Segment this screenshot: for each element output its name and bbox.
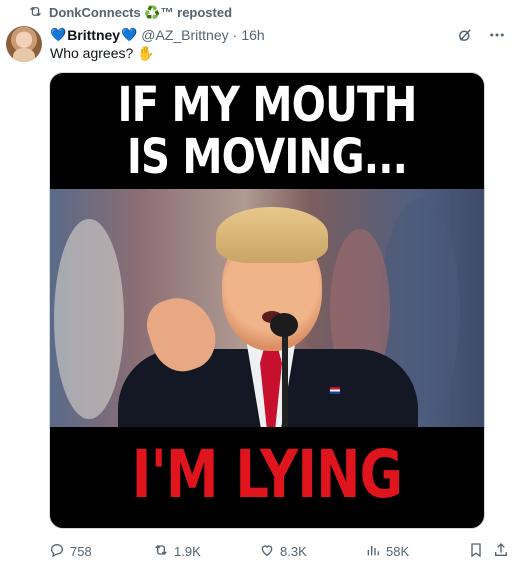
- microphone: [270, 313, 298, 337]
- tweet-text: Who agrees? ✋: [50, 45, 155, 62]
- like-count: 8.3K: [280, 543, 307, 559]
- repost-icon: [28, 4, 43, 22]
- meme-top-line-2: IS MOVING...: [126, 129, 408, 185]
- blue-heart-emoji: 💙: [121, 27, 138, 42]
- bookmark-button[interactable]: [468, 541, 484, 561]
- heart-icon: [259, 542, 275, 561]
- author-handle[interactable]: @AZ_Brittney: [141, 27, 228, 43]
- meme-top-line-1: IF MY MOUTH: [117, 77, 417, 133]
- share-button[interactable]: [493, 541, 509, 561]
- reply-button[interactable]: 758: [49, 541, 92, 561]
- tweet-image[interactable]: IF MY MOUTH IS MOVING... I'M LYING: [49, 72, 485, 529]
- header-actions: [456, 26, 506, 47]
- bookmark-icon: [468, 542, 484, 561]
- meme-top-caption: IF MY MOUTH IS MOVING...: [85, 79, 450, 183]
- repost-label[interactable]: DonkConnects ♻️™ reposted: [49, 5, 232, 21]
- repost-button[interactable]: 1.9K: [153, 541, 201, 561]
- flag-pin: [330, 387, 340, 394]
- views-count: 58K: [386, 543, 410, 559]
- tweet-action-bar: 758 1.9K 8.3K 58K: [49, 541, 510, 561]
- repost-banner[interactable]: DonkConnects ♻️™ reposted: [28, 4, 232, 22]
- repost-count: 1.9K: [174, 543, 201, 559]
- author-name[interactable]: Brittney: [67, 27, 120, 43]
- meme-photo: [50, 189, 484, 427]
- views-icon: [365, 542, 381, 561]
- timestamp[interactable]: 16h: [241, 27, 264, 43]
- blue-heart-emoji: 💙: [50, 27, 67, 42]
- speaker-hair: [216, 207, 328, 263]
- tweet-body: Who agrees?: [50, 45, 134, 61]
- share-icon: [493, 542, 509, 561]
- views-button[interactable]: 58K: [365, 541, 409, 561]
- raised-hand-emoji: ✋: [137, 45, 155, 61]
- more-icon[interactable]: [488, 26, 506, 47]
- microphone-stand: [282, 329, 288, 427]
- meme-bottom-caption: I'M LYING: [131, 436, 403, 513]
- reply-count: 758: [70, 543, 92, 559]
- tweet-header: 💙 Brittney 💙 @AZ_Brittney · 16h: [50, 26, 506, 44]
- background-person: [54, 219, 124, 419]
- separator-dot: ·: [232, 27, 238, 43]
- like-button[interactable]: 8.3K: [259, 541, 307, 561]
- avatar[interactable]: [6, 26, 42, 62]
- grok-icon[interactable]: [456, 26, 474, 47]
- repost-icon: [153, 542, 169, 561]
- reply-icon: [49, 542, 65, 561]
